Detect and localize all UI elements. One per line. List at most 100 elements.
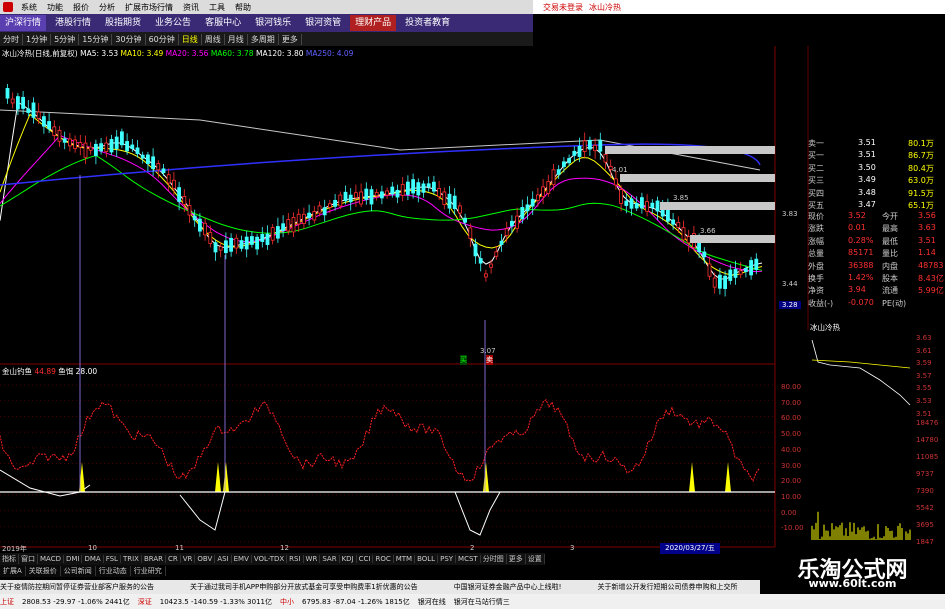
mini-vol-tick: 14780 xyxy=(916,436,939,444)
indicator-tab[interactable]: DMI xyxy=(64,555,83,563)
candle-body xyxy=(99,143,103,152)
ma120-value: MA120: 3.80 xyxy=(255,49,304,58)
stat-label-2: 最高 xyxy=(882,224,898,234)
sub-tab[interactable]: 行业研究 xyxy=(131,566,166,576)
indicator-tab[interactable]: KDJ xyxy=(340,555,357,563)
indicator-tab[interactable]: OBV xyxy=(195,555,216,563)
stat-label-2: PE(动) xyxy=(882,298,907,308)
candle-body xyxy=(270,227,275,241)
indicator-line xyxy=(0,399,760,483)
mini-axis-tick: 3.63 xyxy=(916,334,932,342)
candle-body xyxy=(593,144,597,152)
indicator-tab[interactable]: PSY xyxy=(438,555,457,563)
mini-axis-tick: 3.59 xyxy=(916,359,932,368)
news-item[interactable]: 中国银河证券金融产品中心上线啦! xyxy=(454,582,562,592)
indicator-tab[interactable]: 更多 xyxy=(507,554,526,564)
candle-body xyxy=(21,96,26,109)
indicator-tab[interactable]: SAR xyxy=(320,555,340,563)
candle-body xyxy=(234,237,239,249)
indicator-tab[interactable]: MTM xyxy=(394,555,416,563)
candle-body xyxy=(712,277,717,288)
candle-body xyxy=(598,139,603,152)
candle-body xyxy=(68,138,72,147)
news-item[interactable]: 关于疫情防控期间暂停证券营业部客户服务的公告 xyxy=(0,582,154,592)
candle-body xyxy=(483,273,488,278)
ma250-value: MA250: 4.09 xyxy=(305,49,354,58)
stat-value-2: 3.51 xyxy=(918,235,936,245)
stat-value: 0.01 xyxy=(848,223,866,233)
candle-body xyxy=(385,190,390,196)
indicator-tab[interactable]: MACD xyxy=(38,555,64,563)
sub-tab[interactable]: 行业动态 xyxy=(96,566,131,576)
candle-body xyxy=(697,241,701,253)
indicator-tab[interactable]: VR xyxy=(181,555,196,563)
indicator-tab[interactable]: MCST xyxy=(456,555,481,563)
news-ticker: 关于疫情防控期间暂停证券营业部客户服务的公告 关于通过我司手机APP申购部分开放… xyxy=(0,580,760,594)
quote-row: 买二 3.50 80.4万 xyxy=(808,163,945,175)
candle-body xyxy=(556,169,561,175)
candle-body xyxy=(10,98,15,104)
candle-body xyxy=(187,205,192,216)
indicator-tab[interactable]: BOLL xyxy=(415,555,439,563)
axis-label-344: 3.44 xyxy=(782,280,798,288)
indicator-tab[interactable]: WR xyxy=(304,555,321,563)
news-item[interactable]: 关于通过我司手机APP申购部分开放式基金可享受申购费率1折优惠的公告 xyxy=(190,582,418,592)
indicator-tab[interactable]: BRAR xyxy=(142,555,166,563)
candle-body xyxy=(348,194,353,203)
indicator-tab[interactable]: 窗口 xyxy=(19,554,38,564)
signal-spike xyxy=(689,462,695,492)
indicator-tab[interactable]: ASI xyxy=(215,555,232,563)
stat-label: 总量 xyxy=(808,249,824,259)
sub-tabs: 扩展A 关联报价 公司新闻 行业动态 行业研究 xyxy=(0,565,166,577)
stat-label-2: 股本 xyxy=(882,274,898,283)
candle-body xyxy=(301,213,306,225)
indicator-tab[interactable]: ROC xyxy=(373,555,394,563)
candle-body xyxy=(588,139,592,150)
candle-body xyxy=(223,240,228,254)
indicator-tab[interactable]: CR xyxy=(166,555,181,563)
candle-body xyxy=(728,269,733,281)
candle-body xyxy=(572,150,577,156)
candle-body xyxy=(546,180,551,194)
sub-tab[interactable]: 扩展A xyxy=(0,566,26,576)
candle-body xyxy=(671,219,675,225)
indicator-tab[interactable]: FSL xyxy=(104,555,121,563)
candle-body xyxy=(255,236,260,250)
indicator-tab[interactable]: 分时图 xyxy=(481,554,507,564)
stat-label: 收益(-) xyxy=(808,298,834,308)
ma20-value: MA20: 3.56 xyxy=(165,49,209,58)
candle-body xyxy=(36,111,41,119)
chart-title: 冰山冷热(日线,前复权) xyxy=(2,49,78,58)
stat-value-2: 48783 xyxy=(918,260,944,270)
indicator-tab[interactable]: EMV xyxy=(232,555,252,563)
indicator-tab[interactable]: DMA xyxy=(82,555,104,563)
candle-body xyxy=(359,191,364,205)
quote-row: 买三 3.49 63.0万 xyxy=(808,175,945,187)
indicator-tab[interactable]: CCI xyxy=(357,555,374,563)
indicator-tab[interactable]: 设置 xyxy=(526,554,545,564)
quote-row-size: 86.7万 xyxy=(908,151,934,161)
candle-body xyxy=(177,187,182,202)
indicator-title[interactable]: 金山钓鱼 xyxy=(2,367,32,376)
candle-body xyxy=(296,213,301,225)
indicator-tab[interactable]: TRIX xyxy=(121,555,142,563)
candle-body xyxy=(5,88,10,99)
stat-value-2: 3.63 xyxy=(918,223,936,233)
candle-body xyxy=(457,205,462,214)
candle-body xyxy=(390,186,395,195)
candle-body xyxy=(707,263,712,277)
candle-body xyxy=(218,246,223,251)
news-item[interactable]: 关于新增公开发行短期公司债券申购和上交所 xyxy=(598,582,738,592)
indicator-tab[interactable]: 指标 xyxy=(0,554,19,564)
sub-tab[interactable]: 关联报价 xyxy=(26,566,61,576)
indicator-tab[interactable]: VOL-TDX xyxy=(252,555,288,563)
trend-label-366: 3.66 xyxy=(700,227,716,235)
indicator-tab[interactable]: RSI xyxy=(287,555,304,563)
status-online: 银河在线 xyxy=(417,597,446,606)
candle-body xyxy=(603,153,608,163)
candle-body xyxy=(634,202,639,209)
sub-tab[interactable]: 公司新闻 xyxy=(61,566,96,576)
status-server[interactable]: 银河在马站行情三 xyxy=(454,597,510,607)
signal-spike xyxy=(483,462,489,492)
candle-body xyxy=(463,217,468,223)
